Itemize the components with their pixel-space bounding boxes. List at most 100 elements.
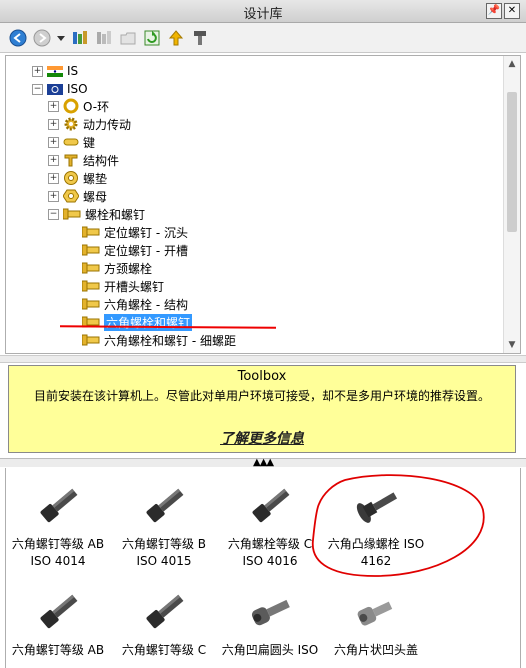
tree-node-hex-bolts-fine-pitch[interactable]: 六角螺栓和螺钉 - 细螺距 — [82, 331, 236, 349]
bolt-icon — [82, 226, 100, 238]
learn-more-link[interactable]: 了解更多信息 — [9, 428, 515, 448]
part-item[interactable]: 六角片状凹头盖 — [318, 586, 434, 659]
hex-bolt-icon — [146, 488, 184, 523]
toolbox-info-panel: Toolbox 目前安装在该计算机上。尽管此对单用户环境可接受，却不是多用户环境… — [8, 365, 516, 453]
tree-node-set-screw-countersunk[interactable]: 定位螺钉 - 沉头 — [82, 223, 188, 241]
part-name: 六角片状凹头盖 — [333, 643, 418, 657]
tree-node-is[interactable]: + IS — [32, 62, 78, 80]
tree-node-label: 动力传动 — [83, 117, 132, 132]
o-ring-icon — [63, 98, 79, 114]
scroll-down-icon[interactable]: ▼ — [504, 337, 520, 353]
new-folder-icon[interactable] — [118, 28, 138, 48]
tree-scrollbar[interactable]: ▲ ▼ — [503, 56, 520, 353]
part-standard: ISO 4015 — [136, 554, 192, 568]
annotation-circle — [312, 474, 485, 577]
part-name: 六角螺钉等级 AB — [11, 537, 105, 551]
part-item[interactable]: 六角螺钉等级 AB — [0, 586, 116, 659]
iso-flag-icon — [47, 83, 63, 95]
tree-node-label: 六角螺栓 - 结构 — [104, 297, 188, 312]
bolt-icon — [82, 262, 100, 274]
part-name: 六角凹扁圆头 ISO — [221, 643, 319, 657]
tree-node-slotted-head-screw[interactable]: 开槽头螺钉 — [82, 277, 164, 295]
tree-node-structural[interactable]: + 结构件 — [48, 151, 119, 169]
expand-icon[interactable]: + — [48, 118, 59, 130]
collapse-icon[interactable]: − — [48, 208, 59, 220]
bolt-icon — [82, 244, 100, 256]
part-item[interactable]: 六角螺钉等级 C — [106, 586, 222, 659]
hex-bolt-icon — [252, 488, 290, 523]
add-file-location-icon[interactable] — [94, 28, 114, 48]
tree-node-label: ISO — [67, 82, 88, 96]
close-icon[interactable]: ✕ — [504, 3, 520, 19]
nut-icon — [63, 188, 79, 204]
tree-node-hex-bolts-screws[interactable]: 六角螺栓和螺钉 — [82, 313, 193, 331]
bolt-icon — [63, 208, 81, 220]
gear-icon — [63, 116, 79, 132]
tree-view[interactable]: + IS − ISO + O-环 + 动力传动 + 键 + 结构件 + 螺垫 +… — [5, 55, 521, 354]
bolt-icon — [82, 280, 100, 292]
toolbar — [0, 23, 526, 53]
part-item[interactable]: 六角凹扁圆头 ISO — [212, 586, 328, 659]
structural-member-icon — [63, 152, 79, 168]
expand-icon[interactable]: + — [48, 100, 59, 112]
tree-node-power-transmission[interactable]: + 动力传动 — [48, 115, 131, 133]
tree-node-label: 螺栓和螺钉 — [85, 207, 146, 222]
dropdown-icon[interactable] — [56, 28, 66, 48]
tree-node-set-screw-slotted[interactable]: 定位螺钉 - 开槽 — [82, 241, 188, 259]
scroll-up-icon[interactable]: ▲ — [504, 56, 520, 72]
back-icon[interactable] — [8, 28, 28, 48]
add-to-library-icon[interactable] — [70, 28, 90, 48]
tree-node-label: 定位螺钉 - 沉头 — [104, 225, 188, 240]
tree-node-hex-bolt-structural[interactable]: 六角螺栓 - 结构 — [82, 295, 188, 313]
tree-node-o-ring[interactable]: + O-环 — [48, 97, 109, 115]
toolbox-settings-icon[interactable] — [190, 28, 210, 48]
tree-node-label: 结构件 — [83, 153, 120, 168]
collapse-icon[interactable]: − — [32, 83, 43, 95]
up-folder-icon[interactable] — [166, 28, 186, 48]
key-part-icon — [63, 134, 79, 150]
expand-icon[interactable]: + — [48, 190, 59, 202]
tree-node-label: 定位螺钉 - 开槽 — [104, 243, 188, 258]
tree-node-key[interactable]: + 键 — [48, 133, 95, 151]
tree-node-label: 螺垫 — [83, 171, 108, 186]
tree-node-label: 方颈螺栓 — [104, 261, 153, 276]
tree-node-washer[interactable]: + 螺垫 — [48, 169, 107, 187]
tree-node-label: O-环 — [83, 99, 110, 114]
part-standard: ISO 4014 — [30, 554, 86, 568]
tree-node-label: 键 — [83, 135, 96, 150]
expand-icon[interactable]: + — [48, 136, 59, 148]
tree-node-label: 开槽头螺钉 — [104, 279, 165, 294]
refresh-icon[interactable] — [142, 28, 162, 48]
title-bar: 设计库 📌 ✕ — [0, 0, 526, 23]
tree-node-label: 螺母 — [83, 189, 108, 204]
forward-icon[interactable] — [32, 28, 52, 48]
grip-icon[interactable]: ▲▲▲ — [253, 457, 274, 468]
bolt-icon — [82, 334, 100, 346]
splitter[interactable] — [0, 355, 526, 363]
info-message: 目前安装在该计算机上。尽管此对单用户环境可接受，却不是多用户环境的推荐设置。 — [33, 389, 490, 403]
cap-screw-icon — [357, 601, 393, 626]
expand-icon[interactable]: + — [48, 154, 59, 166]
window-title: 设计库 — [243, 7, 283, 22]
tree-node-label: 六角螺栓和螺钉 - 细螺距 — [104, 333, 236, 348]
expand-icon[interactable]: + — [32, 65, 43, 77]
tree-node-nut[interactable]: + 螺母 — [48, 187, 107, 205]
tree-node-iso[interactable]: − ISO — [32, 80, 88, 98]
india-flag-icon — [47, 65, 63, 77]
part-name: 六角螺钉等级 B — [121, 537, 207, 551]
part-name: 六角螺钉等级 AB — [11, 643, 105, 657]
tree-node-bolts-screws[interactable]: − 螺栓和螺钉 — [48, 205, 145, 223]
part-item[interactable]: 六角螺钉等级 B ISO 4015 — [106, 480, 222, 570]
hex-bolt-icon — [40, 594, 78, 629]
hex-bolt-icon — [146, 594, 184, 629]
expand-icon[interactable]: + — [48, 172, 59, 184]
pin-icon[interactable]: 📌 — [486, 3, 502, 19]
part-name: 六角螺钉等级 C — [121, 643, 207, 657]
scroll-thumb[interactable] — [507, 92, 517, 232]
tree-node-square-neck-bolt[interactable]: 方颈螺栓 — [82, 259, 152, 277]
info-title: Toolbox — [237, 369, 287, 384]
hex-bolt-icon — [40, 488, 78, 523]
part-item[interactable]: 六角螺钉等级 AB ISO 4014 — [0, 480, 116, 570]
tree-node-label: IS — [67, 64, 79, 78]
socket-head-screw-icon — [251, 599, 290, 626]
